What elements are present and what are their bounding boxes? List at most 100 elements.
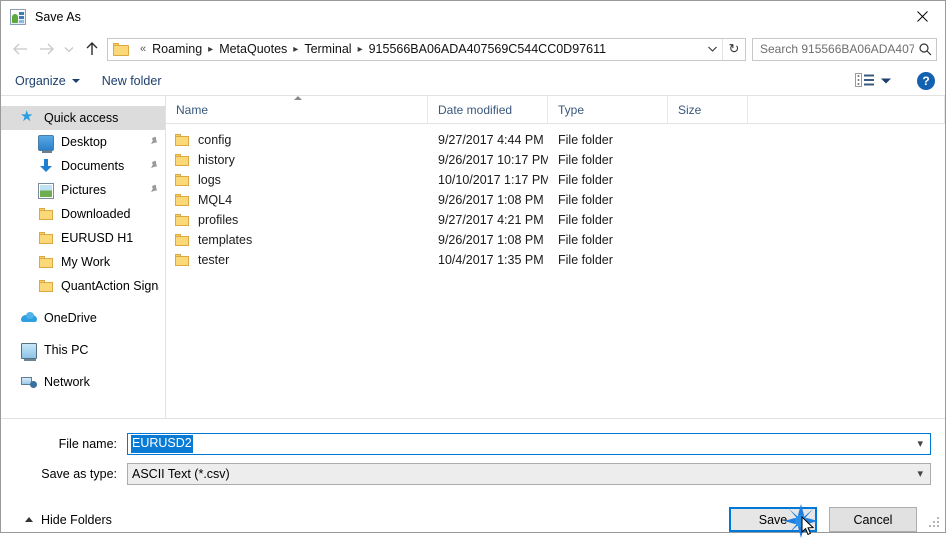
sidebar-item-label: Desktop	[61, 135, 107, 149]
resize-grip[interactable]	[929, 517, 941, 529]
save-button[interactable]: Save	[729, 507, 817, 532]
star-icon	[20, 107, 37, 126]
column-header-size[interactable]: Size	[668, 95, 748, 124]
breadcrumb-item-3[interactable]: 915566BA06ADA407569C544CC0D97611	[369, 42, 606, 56]
breadcrumb-chevron-1[interactable]: ▸	[287, 44, 304, 55]
folder-icon	[174, 172, 190, 188]
table-row[interactable]: templates 9/26/2017 1:08 PM File folder	[166, 230, 945, 250]
pin-icon[interactable]	[146, 158, 162, 174]
close-icon[interactable]	[899, 1, 945, 31]
cancel-button[interactable]: Cancel	[829, 507, 917, 532]
sidebar-item-label: Pictures	[61, 183, 107, 197]
folder-icon	[38, 254, 54, 270]
folder-icon	[174, 192, 190, 208]
new-folder-label: New folder	[101, 73, 162, 88]
sidebar-item-my-work[interactable]: My Work	[1, 250, 165, 274]
sidebar-item-eurusd-h1[interactable]: EURUSD H1	[1, 226, 165, 250]
sidebar-item-desktop[interactable]: Desktop	[1, 130, 165, 154]
sidebar-item-this-pc[interactable]: This PC	[1, 338, 165, 362]
window-title: Save As	[35, 9, 81, 24]
navigation-bar: « Roaming ▸ MetaQuotes ▸ Terminal ▸ 9155…	[1, 32, 945, 66]
organize-button[interactable]: Organize	[15, 74, 80, 88]
dialog-actions: Hide Folders Save Cancel	[15, 493, 931, 538]
breadcrumb-item-1[interactable]: MetaQuotes	[219, 42, 287, 56]
desktop-icon	[38, 135, 54, 153]
save-form: File name: EURUSD2 ▾ Save as type: ASCII…	[1, 419, 945, 538]
folder-icon	[38, 230, 54, 246]
button-group: Save Cancel	[729, 504, 917, 538]
command-bar: Organize New folder ?	[1, 66, 945, 96]
sidebar-item-pictures[interactable]: Pictures	[1, 178, 165, 202]
computer-icon	[21, 342, 37, 361]
address-chevron-down-icon[interactable]	[702, 39, 722, 60]
new-folder-button[interactable]: New folder	[102, 74, 162, 88]
file-type-cell: File folder	[558, 153, 613, 167]
forward-icon[interactable]	[33, 36, 59, 62]
savetype-chevron-down-icon[interactable]: ▾	[917, 468, 923, 480]
sidebar-item-quantaction-signal[interactable]: QuantAction Signal	[1, 274, 165, 298]
file-name-cell: history	[166, 152, 428, 168]
download-icon	[38, 158, 54, 174]
savetype-row: Save as type: ASCII Text (*.csv) ▾	[15, 463, 931, 485]
file-name-label: config	[198, 133, 232, 147]
title-bar: Save As	[1, 1, 945, 32]
file-name-label: MQL4	[198, 193, 233, 207]
table-row[interactable]: config 9/27/2017 4:44 PM File folder	[166, 130, 945, 150]
table-row[interactable]: tester 10/4/2017 1:35 PM File folder	[166, 250, 945, 270]
up-icon[interactable]	[79, 36, 105, 62]
folder-icon	[174, 212, 190, 228]
breadcrumb-item-2[interactable]: Terminal	[304, 42, 351, 56]
sidebar-item-label: QuantAction Signal	[61, 279, 159, 293]
sidebar-item-network[interactable]: Network	[1, 370, 165, 394]
recent-locations-chevron-down-icon[interactable]	[59, 36, 79, 62]
folder-icon	[174, 152, 190, 168]
sidebar-item-documents[interactable]: Documents	[1, 154, 165, 178]
breadcrumb-chevron-0[interactable]: ▸	[202, 44, 219, 55]
sidebar-item-label: EURUSD H1	[61, 231, 134, 245]
file-list-pane: Name Date modified Type Size config 9/27/201…	[166, 95, 945, 418]
address-bar[interactable]: « Roaming ▸ MetaQuotes ▸ Terminal ▸ 9155…	[107, 37, 746, 61]
sidebar-item-downloaded[interactable]: Downloaded	[1, 202, 165, 226]
save-label: Save	[758, 512, 788, 527]
pin-icon[interactable]	[146, 182, 162, 198]
column-header-date-modified[interactable]: Date modified	[428, 95, 548, 124]
file-name-label: profiles	[198, 213, 239, 227]
view-chevron-down-icon[interactable]	[877, 73, 895, 89]
sidebar-item-onedrive[interactable]: OneDrive	[1, 306, 165, 330]
refresh-icon[interactable]: ↻	[722, 38, 745, 60]
breadcrumb-chevron-2[interactable]: ▸	[352, 44, 369, 55]
column-header-filler	[748, 95, 945, 124]
column-header-type[interactable]: Type	[548, 95, 668, 124]
table-row[interactable]: MQL4 9/26/2017 1:08 PM File folder	[166, 190, 945, 210]
savetype-select[interactable]: ASCII Text (*.csv) ▾	[127, 463, 931, 485]
hide-folders-button[interactable]: Hide Folders	[25, 513, 112, 527]
table-row[interactable]: history 9/26/2017 10:17 PM File folder	[166, 150, 945, 170]
folder-icon	[174, 132, 190, 148]
filename-input[interactable]: EURUSD2 ▾	[127, 433, 931, 455]
sidebar-item-quick-access[interactable]: Quick access	[1, 106, 165, 130]
table-row[interactable]: logs 10/10/2017 1:17 PM File folder	[166, 170, 945, 190]
pin-icon[interactable]	[146, 134, 162, 150]
file-name-label: templates	[198, 233, 253, 247]
view-layout-icon[interactable]	[855, 72, 875, 89]
filename-row: File name: EURUSD2 ▾	[15, 433, 931, 455]
file-date-cell: 9/26/2017 10:17 PM	[438, 153, 548, 167]
sidebar-item-label: Documents	[61, 159, 125, 173]
breadcrumb-overflow[interactable]: «	[134, 43, 152, 55]
sidebar-item-label: Quick access	[44, 111, 119, 125]
cloud-icon	[21, 310, 37, 326]
file-rows: config 9/27/2017 4:44 PM File folder histor…	[166, 124, 945, 270]
breadcrumb-item-0[interactable]: Roaming	[152, 42, 202, 56]
help-button[interactable]: ?	[917, 71, 935, 90]
file-name-cell: logs	[166, 172, 428, 188]
dialog-body: Quick access Desktop Documents Pictures Down…	[1, 95, 945, 419]
file-name-cell: templates	[166, 232, 428, 248]
navigation-sidebar: Quick access Desktop Documents Pictures Down…	[1, 96, 166, 418]
table-row[interactable]: profiles 9/27/2017 4:21 PM File folder	[166, 210, 945, 230]
back-icon[interactable]	[7, 36, 33, 62]
search-input[interactable]: Search 915566BA06ADA40756...	[752, 37, 937, 61]
filename-chevron-down-icon[interactable]: ▾	[917, 438, 923, 450]
